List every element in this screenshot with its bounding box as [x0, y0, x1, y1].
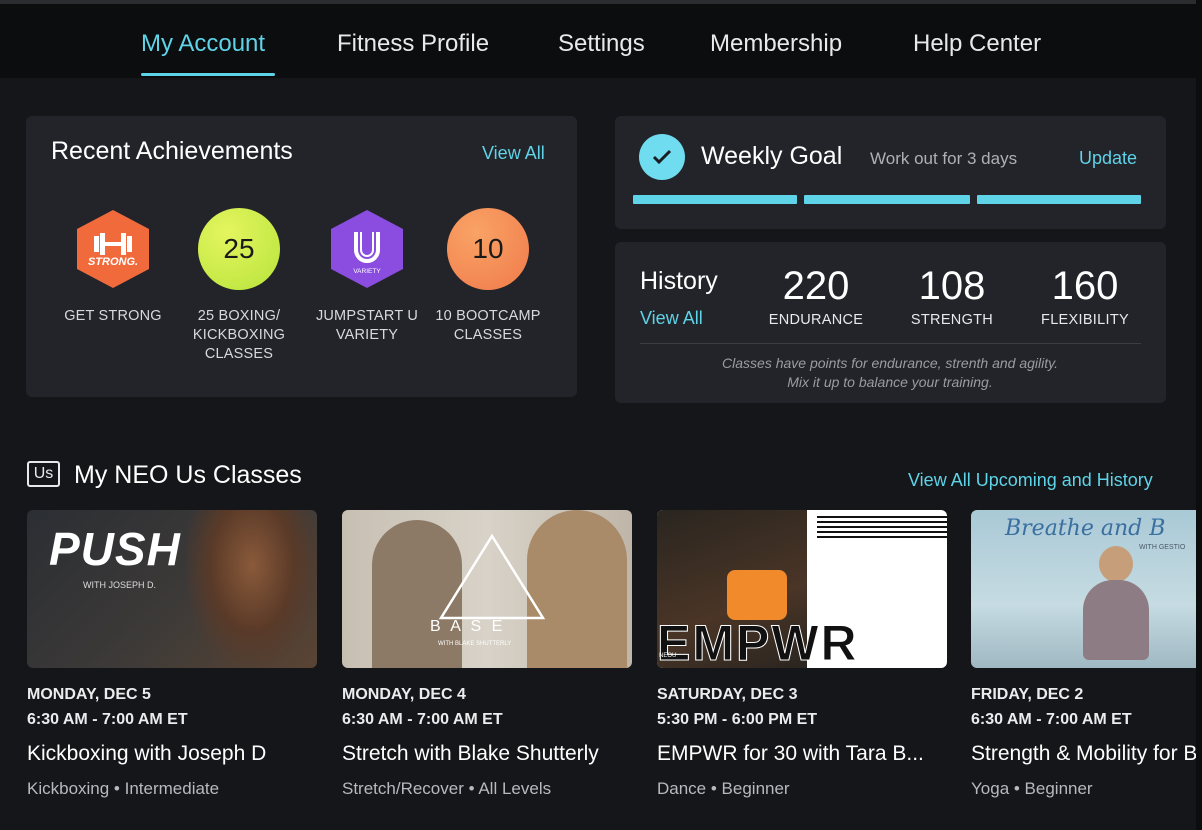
goal-progress-segment — [977, 195, 1141, 204]
class-thumbnail: EMPWR NEOU — [657, 510, 947, 668]
class-card[interactable]: Breathe and B WITH GESTIO FRIDAY, DEC 2 … — [971, 510, 1202, 810]
class-meta: Dance • Beginner — [657, 779, 790, 798]
active-tab-underline — [141, 73, 275, 76]
neo-us-icon: Us — [27, 461, 60, 487]
view-all-upcoming-link[interactable]: View All Upcoming and History — [908, 470, 1153, 491]
flexibility-label: FLEXIBILITY — [1041, 312, 1129, 328]
class-title: Stretch with Blake Shutterly — [342, 742, 599, 765]
class-thumbnail: PUSH WITH JOSEPH D. — [27, 510, 317, 668]
class-time: 6:30 AM - 7:00 AM ET — [971, 711, 1132, 728]
weekly-goal-title: Weekly Goal — [701, 142, 843, 170]
history-view-all-link[interactable]: View All — [640, 308, 703, 329]
history-note-line1: Classes have points for endurance, stren… — [722, 355, 1058, 371]
achievements-title: Recent Achievements — [51, 137, 293, 165]
get-strong-badge[interactable]: STRONG. — [72, 208, 154, 290]
empwr-logo-text: EMPWR — [657, 615, 859, 669]
classes-section-title: My NEO Us Classes — [74, 461, 302, 489]
class-title: Strength & Mobility for B — [971, 742, 1198, 765]
goal-progress-segment — [633, 195, 797, 204]
instructor-outfit — [727, 570, 787, 620]
badge-number: 25 — [223, 233, 255, 264]
jumpstart-badge[interactable]: VARIETY — [326, 208, 408, 290]
badge-text: STRONG. — [87, 256, 139, 268]
weekly-goal-card: Weekly Goal Work out for 3 days Update — [615, 116, 1166, 229]
goal-progress-segment — [804, 195, 970, 204]
class-thumbnail: Breathe and B WITH GESTIO — [971, 510, 1202, 668]
tab-membership[interactable]: Membership — [710, 30, 842, 58]
breathe-logo-text: Breathe and B — [1005, 516, 1166, 541]
badge-label: 10 BOOTCAMP CLASSES — [435, 308, 541, 343]
tab-fitness-profile[interactable]: Fitness Profile — [337, 30, 489, 58]
class-title: EMPWR for 30 with Tara B... — [657, 742, 924, 765]
strength-label: STRENGTH — [910, 312, 994, 328]
class-time: 5:30 PM - 6:00 PM ET — [657, 711, 818, 728]
tab-my-account[interactable]: My Account — [141, 30, 265, 58]
window-edge — [1196, 0, 1202, 830]
bootcamp-badge[interactable]: 10 — [447, 208, 529, 290]
weekly-goal-update-link[interactable]: Update — [1079, 148, 1137, 169]
thumb-subtitle: WITH BLAKE SHUTTERLY — [438, 641, 512, 647]
thumb-subtitle: NEOU — [659, 653, 677, 659]
boxing-badge[interactable]: 25 — [198, 208, 280, 290]
class-date: MONDAY, DEC 5 — [27, 686, 151, 703]
class-title: Kickboxing with Joseph D — [27, 742, 267, 765]
achievements-view-all-link[interactable]: View All — [482, 143, 545, 164]
badge-number: 10 — [472, 233, 504, 264]
instructor-outfit — [1083, 580, 1149, 660]
stripe-decoration — [817, 516, 947, 518]
check-icon — [639, 134, 685, 180]
endurance-label: ENDURANCE — [768, 312, 864, 328]
badge-text: VARIETY — [353, 268, 381, 275]
class-meta: Kickboxing • Intermediate — [27, 779, 220, 798]
strength-value: 108 — [918, 264, 986, 308]
thumb-subtitle: WITH JOSEPH D. — [83, 580, 157, 590]
tab-help-center[interactable]: Help Center — [913, 30, 1041, 58]
divider — [640, 343, 1141, 344]
class-meta: Yoga • Beginner — [971, 779, 1093, 798]
class-date: MONDAY, DEC 4 — [342, 686, 466, 703]
endurance-value: 220 — [782, 264, 850, 308]
dumbbell-icon — [77, 210, 149, 288]
base-logo-text: B A S E — [430, 618, 506, 635]
tab-settings[interactable]: Settings — [558, 30, 645, 58]
flexibility-value: 160 — [1051, 264, 1119, 308]
history-title: History — [640, 267, 718, 295]
instructor-image — [187, 510, 317, 668]
u-logo-icon — [331, 210, 403, 288]
class-date: FRIDAY, DEC 2 — [971, 686, 1084, 703]
class-thumbnail: B A S E WITH BLAKE SHUTTERLY — [342, 510, 632, 668]
class-meta: Stretch/Recover • All Levels — [342, 779, 552, 798]
class-time: 6:30 AM - 7:00 AM ET — [27, 711, 188, 728]
triangle-logo-icon — [438, 533, 546, 620]
history-note-line2: Mix it up to balance your training. — [787, 374, 993, 390]
thumb-subtitle: WITH GESTIO — [1139, 544, 1186, 551]
class-time: 6:30 AM - 7:00 AM ET — [342, 711, 503, 728]
achievements-card: Recent Achievements View All STRONG. GET… — [26, 116, 577, 397]
weekly-goal-subtitle: Work out for 3 days — [870, 149, 1018, 168]
class-date: SATURDAY, DEC 3 — [657, 686, 798, 703]
push-logo-text: PUSH — [49, 523, 181, 575]
instructor-image — [1099, 546, 1133, 582]
top-nav: My Account Fitness Profile Settings Memb… — [0, 0, 1202, 78]
